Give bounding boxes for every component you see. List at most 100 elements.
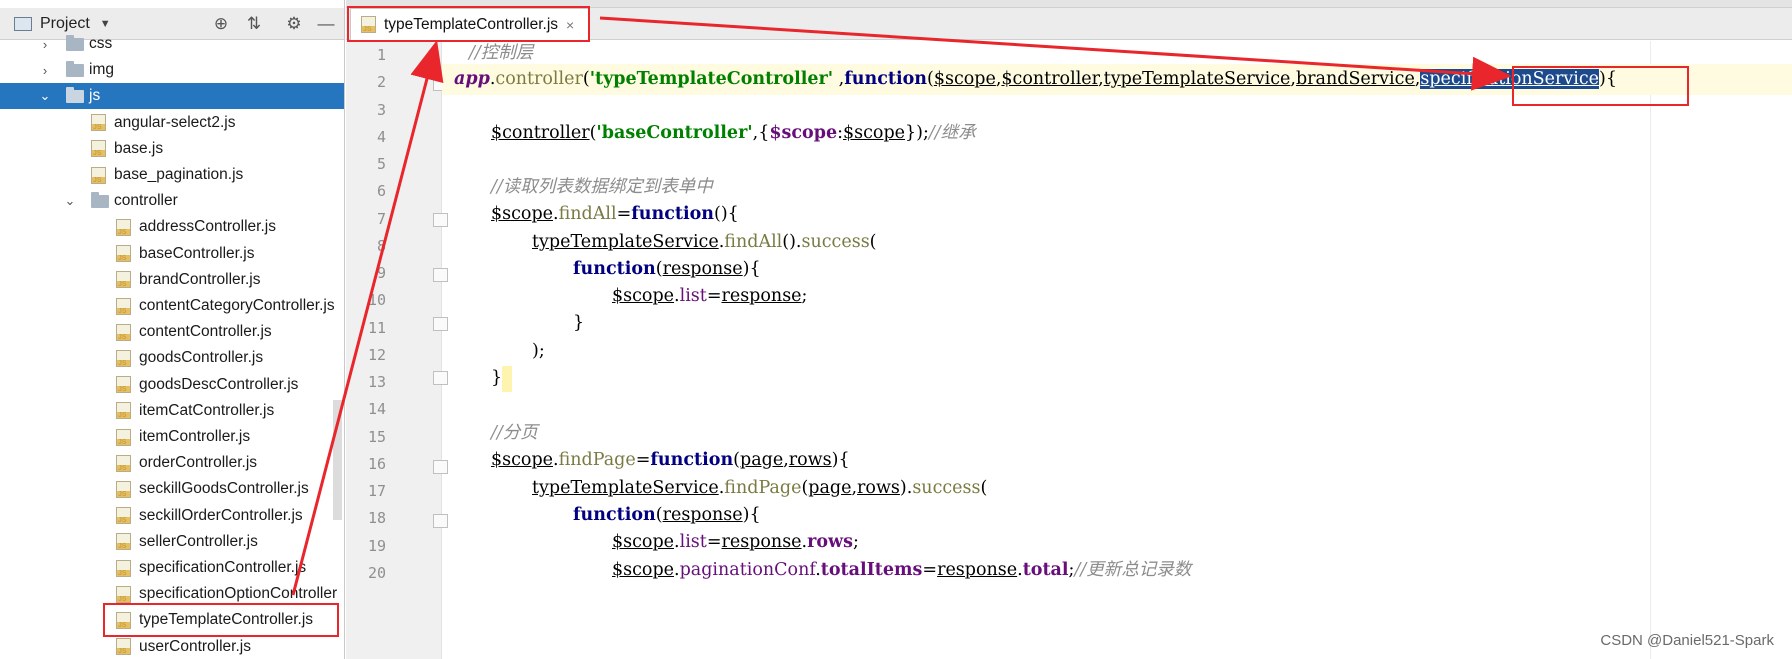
punct: ( [655, 505, 663, 525]
tree-item-label: itemController.js [139, 428, 251, 445]
js-file-icon: JS [116, 480, 131, 498]
tree-item[interactable]: ⌄ controller [0, 188, 344, 214]
line-number: 11 [367, 318, 386, 337]
folder-icon [66, 34, 84, 51]
chevron-down-icon[interactable]: ⌄ [38, 88, 52, 104]
punct: } [573, 313, 585, 333]
identifier-controller: $controller [491, 123, 590, 143]
comment: //分页 [491, 423, 538, 443]
punct: ; [852, 532, 859, 552]
tree-item[interactable]: JS seckillGoodsController.js [0, 476, 344, 502]
keyword-function: function [650, 450, 734, 470]
field-paginationconf: paginationConf [679, 560, 816, 580]
line-number: 5 [376, 155, 386, 173]
tree-item[interactable]: JS seckillOrderController.js [0, 503, 344, 529]
identifier-rows: rows [857, 478, 900, 498]
punct: ){ [1599, 69, 1617, 89]
close-icon[interactable]: × [566, 17, 574, 33]
tree-item-label: controller [114, 192, 178, 210]
tree-item[interactable]: JS userController.js [0, 634, 344, 659]
js-file-icon: JS [116, 428, 131, 446]
identifier-response: response [721, 286, 802, 306]
tree-item[interactable]: JS baseController.js [0, 241, 344, 267]
chevron-right-icon[interactable]: › [38, 37, 52, 52]
tree-item[interactable]: ⌄ js [0, 83, 344, 110]
line-number: 2 [376, 73, 386, 92]
tree-item[interactable]: JS itemController.js [0, 424, 344, 450]
param-brandservice: brandService [1295, 69, 1415, 89]
tree-item-label: addressController.js [139, 218, 276, 236]
param-specificationservice-selected[interactable]: specificationService [1420, 69, 1600, 89]
tree-item[interactable]: JS angular-select2.js [0, 110, 344, 136]
tree-item[interactable]: JS itemCatController.js [0, 398, 344, 424]
punct: ); [532, 341, 545, 361]
tree-item-label: base_pagination.js [114, 166, 244, 183]
tree-item-label: specificationOptionController [139, 585, 338, 603]
tree-item[interactable]: JS base.js [0, 136, 344, 162]
method-success: success [912, 478, 981, 498]
js-file-icon: JS [116, 638, 131, 656]
js-file-icon: JS [361, 16, 376, 33]
tree-item[interactable]: JS contentCategoryController.js [0, 293, 344, 319]
tree-item[interactable]: JS specificationOptionController [0, 581, 344, 607]
tree-item[interactable]: › img [0, 57, 344, 83]
field-total: total [1022, 560, 1069, 580]
tree-scrollbar[interactable] [333, 400, 342, 520]
chevron-down-icon[interactable]: ⌄ [63, 193, 77, 209]
tree-item-label: contentCategoryController.js [139, 297, 335, 314]
tree-item[interactable]: JS contentController.js [0, 319, 344, 345]
tree-item[interactable]: JS addressController.js [0, 214, 344, 240]
identifier-service: typeTemplateService [532, 478, 719, 498]
tree-item-label: contentController.js [139, 323, 272, 341]
js-file-icon: JS [91, 140, 106, 158]
js-file-icon: JS [116, 218, 131, 236]
punct: ( [980, 478, 988, 498]
tree-item-label: js [89, 87, 101, 105]
tree-item[interactable]: › css [0, 31, 344, 57]
field-list: list [679, 286, 707, 306]
chevron-down-icon[interactable]: ▼ [100, 18, 111, 30]
identifier-scope: $scope [843, 123, 906, 143]
line-number: 3 [376, 100, 386, 119]
line-number: 19 [367, 536, 386, 555]
tree-item-label: orderController.js [139, 454, 258, 472]
tree-item[interactable]: JS specificationController.js [0, 555, 344, 581]
tree-item[interactable]: JS orderController.js [0, 450, 344, 476]
line-number: 12 [367, 345, 386, 364]
identifier-scope: $scope [612, 286, 675, 306]
tree-item-label: seckillOrderController.js [139, 506, 303, 524]
identifier-response: response [937, 560, 1018, 580]
tree-item-label: img [89, 61, 114, 79]
js-file-icon: JS [116, 611, 131, 629]
js-file-icon: JS [116, 585, 131, 603]
tree-item[interactable]: JS goodsController.js [0, 345, 344, 371]
param-rows: rows [788, 450, 832, 470]
string-literal: 'baseController' [596, 123, 753, 143]
tree-item-label: userController.js [139, 637, 251, 655]
tree-item[interactable]: JS base_pagination.js [0, 162, 344, 188]
tab-typetemplatecontroller[interactable]: JS typeTemplateController.js × [350, 8, 590, 40]
line-number: 14 [367, 400, 386, 419]
tree-item-label: baseController.js [139, 244, 255, 262]
param-page: page [740, 450, 784, 470]
project-panel-title[interactable]: Project [40, 15, 90, 33]
punct: = [706, 286, 722, 306]
chevron-right-icon[interactable]: › [38, 63, 52, 78]
line-number: 18 [367, 509, 386, 528]
punct: ( [733, 450, 740, 470]
field-rows: rows [807, 532, 853, 552]
keyword-function: function [844, 69, 927, 89]
tree-item[interactable]: JS typeTemplateController.js [0, 607, 344, 633]
comment: //继承 [928, 123, 976, 143]
param-scope: $scope [933, 69, 996, 89]
identifier-response: response [721, 532, 802, 552]
punct: = [922, 560, 938, 580]
punct: (){ [714, 204, 739, 224]
identifier-scope: $scope [612, 532, 675, 552]
tree-item[interactable]: JS sellerController.js [0, 529, 344, 555]
js-file-icon: JS [116, 507, 131, 525]
method-controller: controller [495, 69, 583, 89]
comment: //控制层 [469, 43, 534, 63]
tree-item[interactable]: JS goodsDescController.js [0, 372, 344, 398]
tree-item[interactable]: JS brandController.js [0, 267, 344, 293]
